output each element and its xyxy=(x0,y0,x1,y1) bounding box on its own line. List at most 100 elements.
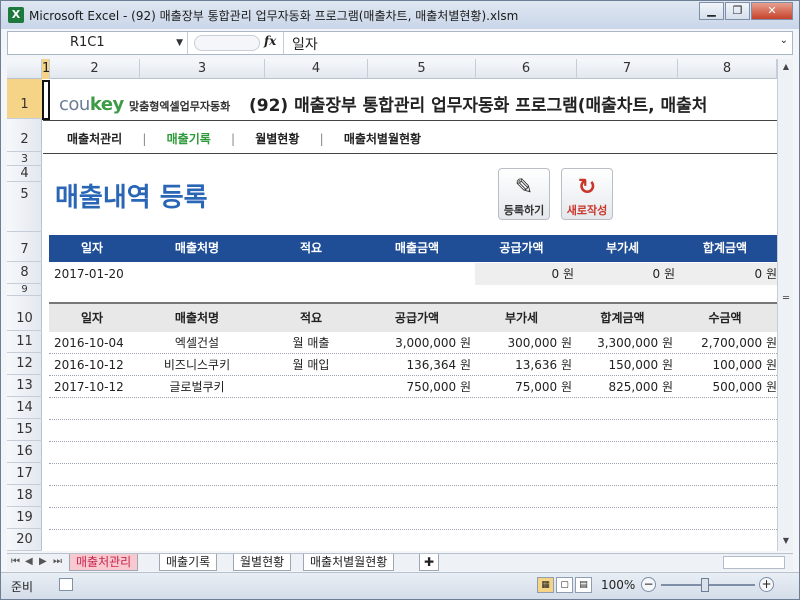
tab-next-icon[interactable]: ▶ xyxy=(39,556,47,567)
new-entry-button[interactable]: ↻ 새로작성 xyxy=(561,168,613,220)
input-date[interactable]: 2017-01-20 xyxy=(54,263,124,285)
tab-sales-records[interactable]: 매출기록 xyxy=(159,554,218,571)
tab-monthly[interactable]: 월별현황 xyxy=(233,554,292,571)
page-break-icon[interactable]: ▤ xyxy=(575,577,592,593)
input-supply: 0 원 xyxy=(551,267,575,281)
select-all-corner[interactable] xyxy=(7,59,42,79)
empty-row-line xyxy=(49,419,777,420)
input-partner[interactable] xyxy=(139,263,259,285)
divider xyxy=(43,153,777,154)
logo-main: cou xyxy=(59,94,90,115)
column-header[interactable]: 6 xyxy=(476,59,577,79)
row-header[interactable]: 8 xyxy=(7,262,42,284)
zoom-in-icon[interactable]: + xyxy=(759,577,774,592)
input-col-partner: 매출처명 xyxy=(174,241,220,255)
active-cell-cursor[interactable] xyxy=(42,80,50,120)
row-header[interactable]: 1 xyxy=(7,79,42,119)
row-header[interactable]: 4 xyxy=(7,166,42,182)
split-handle-icon[interactable]: ═ xyxy=(780,293,792,305)
cell-vat: 300,000 원 xyxy=(507,336,572,350)
tab-partner-monthly[interactable]: 매출처별월현황 xyxy=(303,554,395,571)
expand-formula-icon[interactable]: ⌄ xyxy=(780,35,788,46)
zoom-slider-thumb[interactable] xyxy=(701,578,709,592)
row-header[interactable]: 9 xyxy=(7,284,42,296)
restore-button[interactable]: ❐ xyxy=(725,2,750,20)
column-header[interactable]: 8 xyxy=(678,59,777,79)
row-header[interactable]: 3 xyxy=(7,152,42,166)
row-header[interactable]: 2 xyxy=(7,119,42,152)
excel-app-icon[interactable]: X xyxy=(8,7,24,23)
table-row[interactable]: 2016-10-12 비즈니스쿠키 월 매입 136,364 원 13,636 … xyxy=(49,354,777,376)
column-header[interactable]: 1 xyxy=(42,59,50,79)
worksheet[interactable]: 1 2 3 4 5 6 7 8 1 2 3 4 5 7 8 9 10 11 12… xyxy=(7,59,777,551)
cell-memo: 월 매출 xyxy=(292,336,330,350)
close-button[interactable]: ✕ xyxy=(751,2,793,20)
normal-view-icon[interactable]: ▦ xyxy=(537,577,554,593)
input-col-date: 일자 xyxy=(80,241,104,255)
cell-date: 2016-10-12 xyxy=(54,358,124,372)
list-col-total: 합계금액 xyxy=(600,311,645,325)
tab-last-icon[interactable]: ⏭ xyxy=(53,556,62,567)
nav-item-partner-monthly[interactable]: 매출처별월현황 xyxy=(344,132,421,146)
row-header[interactable]: 12 xyxy=(7,353,42,375)
column-header[interactable]: 2 xyxy=(50,59,140,79)
column-header[interactable]: 5 xyxy=(368,59,476,79)
vertical-scrollbar[interactable]: ▲ ═ ▼ xyxy=(777,59,793,551)
insert-sheet-icon[interactable]: ✚ xyxy=(419,554,440,571)
column-header[interactable]: 4 xyxy=(265,59,368,79)
title-bar: X Microsoft Excel - (92) 매출장부 통합관리 업무자동화… xyxy=(1,1,799,29)
register-button[interactable]: ✎ 등록하기 xyxy=(498,168,550,220)
scroll-down-icon[interactable]: ▼ xyxy=(780,535,792,547)
nav-item-sales-records[interactable]: 매출기록 xyxy=(167,132,211,146)
chevron-down-icon[interactable]: ▼ xyxy=(176,32,183,54)
cell-supply: 136,364 원 xyxy=(406,358,471,372)
minimize-button[interactable]: ▁ xyxy=(699,2,724,20)
cell-date: 2017-10-12 xyxy=(54,380,124,394)
row-header[interactable]: 11 xyxy=(7,331,42,353)
nav-item-monthly[interactable]: 월별현황 xyxy=(255,132,299,146)
nav-item-sales-partners[interactable]: 매출처관리 xyxy=(67,132,122,146)
table-row[interactable]: 2016-10-04 엑셀건설 월 매출 3,000,000 원 300,000… xyxy=(49,332,777,354)
insert-function-icon[interactable]: fx xyxy=(264,34,276,48)
row-header[interactable]: 14 xyxy=(7,397,42,419)
tab-sales-partners[interactable]: 매출처관리 xyxy=(69,554,139,571)
row-header[interactable]: 5 xyxy=(7,182,42,232)
column-header[interactable]: 7 xyxy=(577,59,678,79)
horizontal-scrollbar[interactable] xyxy=(723,556,785,569)
input-amount[interactable] xyxy=(367,263,467,285)
status-ready: 준비 xyxy=(11,580,34,594)
calculated-band xyxy=(475,263,777,285)
refresh-icon: ↻ xyxy=(577,175,597,200)
scroll-up-icon[interactable]: ▲ xyxy=(780,61,792,73)
cell-date: 2016-10-04 xyxy=(54,336,124,350)
nav-separator: | xyxy=(319,132,324,146)
input-memo[interactable] xyxy=(263,263,359,285)
row-header[interactable]: 19 xyxy=(7,507,42,529)
cell-total: 150,000 원 xyxy=(608,358,673,372)
logo-tagline: 맞춤형엑셀업무자동화 xyxy=(129,100,231,113)
row-header[interactable]: 13 xyxy=(7,375,42,397)
column-header[interactable]: 3 xyxy=(140,59,265,79)
row-header[interactable]: 7 xyxy=(7,232,42,262)
macro-record-icon[interactable] xyxy=(59,578,73,591)
row-header[interactable]: 17 xyxy=(7,463,42,485)
row-header[interactable]: 15 xyxy=(7,419,42,441)
row-header[interactable]: 16 xyxy=(7,441,42,463)
page-layout-icon[interactable]: ▢ xyxy=(556,577,573,593)
formula-input[interactable]: 일자 xyxy=(292,34,318,54)
cell-partner: 비즈니스쿠키 xyxy=(163,358,231,372)
tab-prev-icon[interactable]: ◀ xyxy=(25,556,33,567)
zoom-out-icon[interactable]: − xyxy=(641,577,656,592)
row-header[interactable]: 18 xyxy=(7,485,42,507)
zoom-level[interactable]: 100% xyxy=(601,578,635,592)
name-box[interactable]: R1C1 ▼ xyxy=(8,32,188,54)
tab-first-icon[interactable]: ⏮ xyxy=(11,556,20,567)
cell-received: 100,000 원 xyxy=(712,358,777,372)
table-row[interactable]: 2017-10-12 글로벌쿠키 750,000 원 75,000 원 825,… xyxy=(49,376,777,398)
row-header[interactable]: 20 xyxy=(7,529,42,551)
empty-row-line xyxy=(49,441,777,442)
nav-separator: | xyxy=(230,132,236,146)
input-col-supply: 공급가액 xyxy=(499,241,544,255)
row-header[interactable]: 10 xyxy=(7,296,42,331)
input-vat: 0 원 xyxy=(652,267,676,281)
